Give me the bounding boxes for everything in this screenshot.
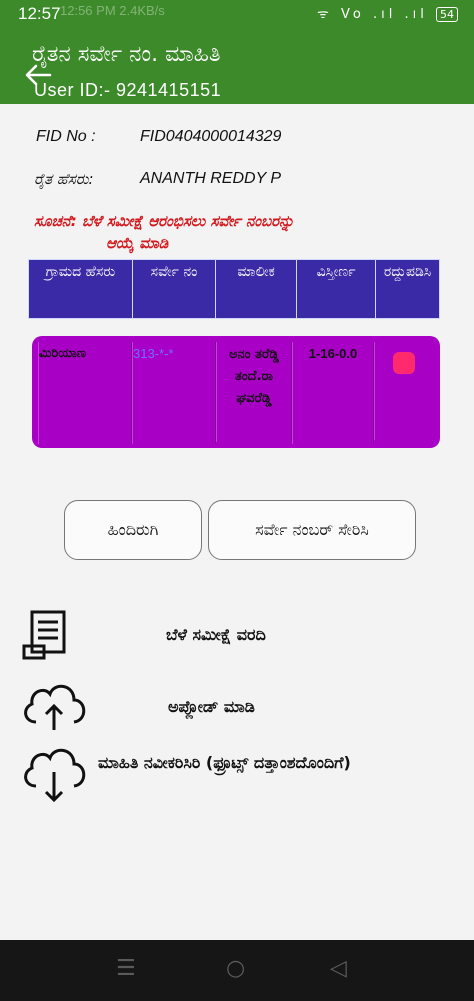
- table-row[interactable]: ಮಿರಿಯಾಣ 313-*-* ಅನಂ ತರೆಡ್ಡಿ ತಂದೆ.ರಾ ಘವರೆ…: [32, 336, 440, 448]
- add-survey-button[interactable]: ಸರ್ವೇ ನಂಬರ್ ಸೇರಿಸಿ: [208, 500, 416, 560]
- cell-village: ಮಿರಿಯಾಣ: [38, 342, 132, 444]
- header-village: ಗ್ರಾಮದ ಹೆಸರು: [28, 259, 133, 319]
- menu-label-refresh-data: ಮಾಹಿತಿ ನವೀಕರಿಸಿರಿ (ಫ್ರೂಟ್ಸ್ ದತ್ತಾಂಶದೊಂದಿ…: [98, 753, 351, 772]
- fid-value: FID0404000014329: [140, 128, 282, 145]
- app-bar: ರೈತನ ಸರ್ವೇ ನಂ. ಮಾಹಿತಿ User ID:- 92414151…: [0, 28, 474, 104]
- page-title: ರೈತನ ಸರ್ವೇ ನಂ. ಮಾಹಿತಿ: [32, 42, 221, 67]
- status-time: 12:57: [18, 4, 61, 23]
- note-line-1: ಸೂಚನೆ: ಬೆಳೆ ಸಮೀಕ್ಷೆ ಆರಂಭಿಸಲು ಸರ್ವೇ ನಂಬರನ…: [34, 212, 295, 230]
- cell-cancel: [374, 342, 435, 440]
- farmer-name-label: ರೈತ ಹೆಸರು:: [34, 170, 94, 188]
- cell-extent: 1-16-0.0: [292, 342, 374, 444]
- survey-table: ಗ್ರಾಮದ ಹೆಸರು ಸರ್ವೇ ನಂ ಮಾಲೀಕ ವಿಸ್ತೀರ್ಣ ರದ…: [28, 259, 440, 319]
- signal-icons: ᯤ Vo .ıl .ıl: [317, 7, 428, 22]
- system-nav-bar: ☰ ○ ◁: [0, 940, 474, 1001]
- cloud-download-icon: [24, 748, 86, 803]
- back-button[interactable]: ಹಿಂದಿರುಗಿ: [64, 500, 202, 560]
- nav-back-icon[interactable]: ◁: [330, 956, 347, 981]
- battery-icon: 54: [436, 7, 458, 22]
- header-extent: ವಿಸ್ತೀರ್ಣ: [295, 259, 377, 319]
- cell-owner: ಅನಂ ತರೆಡ್ಡಿ ತಂದೆ.ರಾ ಘವರೆಡ್ಡಿ: [216, 342, 292, 442]
- status-icons: ᯤ Vo .ıl .ıl 54: [317, 4, 458, 22]
- cloud-upload-icon: [24, 684, 86, 730]
- recents-icon[interactable]: ☰: [116, 956, 136, 981]
- menu-label-crop-report: ಬೆಳೆ ಸಮೀಕ್ಷೆ ವರದಿ: [166, 625, 266, 644]
- note-line-2: ಆಯ್ಕೆ ಮಾಡಿ: [106, 234, 169, 252]
- status-ghost-text: 12:56 PM 2.4KB/s: [60, 3, 165, 18]
- status-bar: 12:57 12:56 PM 2.4KB/s ᯤ Vo .ıl .ıl 54: [0, 0, 474, 28]
- table-header-row: ಗ್ರಾಮದ ಹೆಸರು ಸರ್ವೇ ನಂ ಮಾಲೀಕ ವಿಸ್ತೀರ್ಣ ರದ…: [28, 259, 440, 319]
- home-icon[interactable]: ○: [226, 956, 245, 981]
- menu-item-refresh-data[interactable]: ಮಾಹಿತಿ ನವೀಕರಿಸಿರಿ (ಫ್ರೂಟ್ಸ್ ದತ್ತಾಂಶದೊಂದಿ…: [0, 744, 474, 808]
- header-survey-no: ಸರ್ವೇ ನಂ: [131, 259, 217, 319]
- menu-label-upload: ಅಪ್ಲೋಡ್ ಮಾಡಿ: [168, 697, 255, 716]
- fid-label: FID No :: [36, 128, 96, 145]
- delete-icon[interactable]: [393, 352, 415, 374]
- header-cancel: ರದ್ದುಪಡಿಸಿ: [375, 259, 440, 319]
- menu-item-crop-report[interactable]: ಬೆಳೆ ಸಮೀಕ್ಷೆ ವರದಿ: [0, 604, 474, 660]
- cell-survey-no[interactable]: 313-*-*: [132, 342, 216, 444]
- menu-item-upload[interactable]: ಅಪ್ಲೋಡ್ ಮಾಡಿ: [0, 676, 474, 736]
- report-icon: [22, 610, 66, 660]
- instruction-note: ಸೂಚನೆ: ಬೆಳೆ ಸಮೀಕ್ಷೆ ಆರಂಭಿಸಲು ಸರ್ವೇ ನಂಬರನ…: [34, 210, 444, 254]
- user-id: User ID:- 9241415151: [34, 80, 222, 100]
- header-owner: ಮಾಲೀಕ: [215, 259, 297, 319]
- main-content: FID No : FID0404000014329 ರೈತ ಹೆಸರು: ANA…: [0, 104, 474, 940]
- farmer-name-value: ANANTH REDDY P: [140, 170, 282, 187]
